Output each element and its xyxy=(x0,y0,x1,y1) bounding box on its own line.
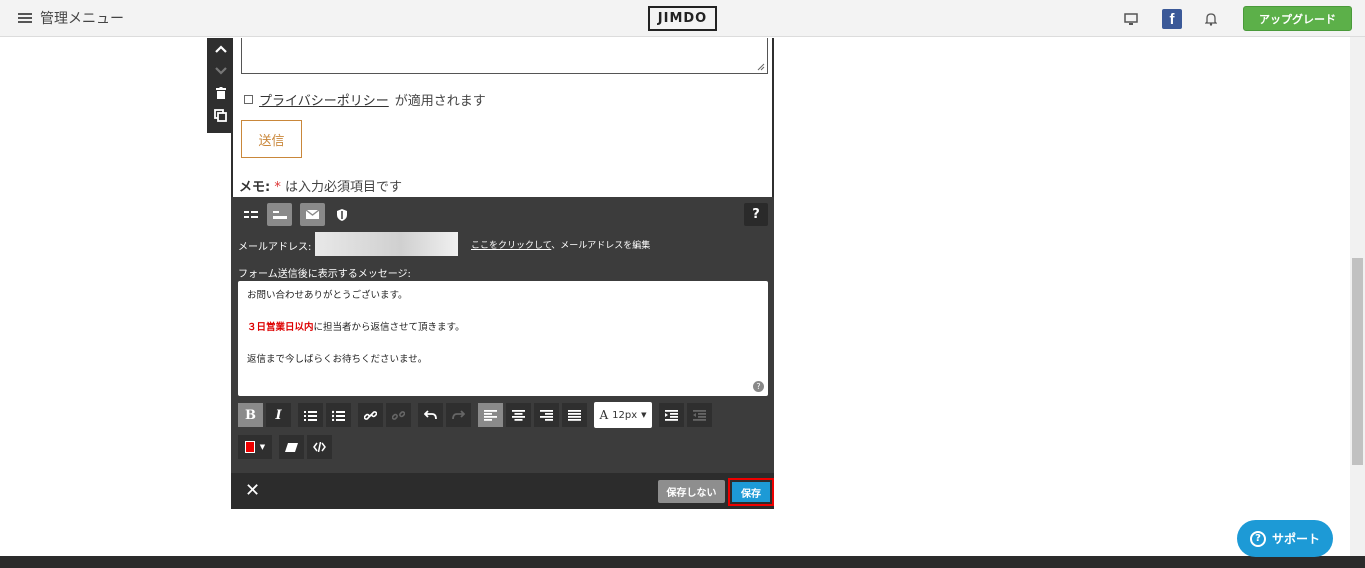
font-size-select[interactable]: A 12px ▼ xyxy=(594,402,652,428)
module-side-toolbar xyxy=(207,38,234,133)
ordered-list-icon[interactable] xyxy=(298,403,323,427)
message-line-3: 返信まで今しばらくお待ちくださいませ。 xyxy=(247,354,428,365)
top-bar: 管理メニュー JIMDO f アップグレード xyxy=(0,0,1365,37)
move-up-icon[interactable] xyxy=(207,38,234,60)
font-size-value: 12px xyxy=(612,409,638,421)
copy-icon[interactable] xyxy=(207,104,234,126)
envelope-icon[interactable] xyxy=(300,203,325,226)
page-scrollbar[interactable] xyxy=(1350,37,1365,556)
save-highlight: 保存 xyxy=(728,478,774,506)
bullet-list-icon[interactable] xyxy=(326,403,351,427)
message-textarea[interactable] xyxy=(241,38,768,74)
email-edit-text: ここをクリックして、メールアドレスを編集 xyxy=(471,238,650,251)
email-edit-link[interactable]: ここをクリックして xyxy=(471,241,551,251)
message-line-2-rest: に担当者から返信させて頂きます。 xyxy=(313,322,465,333)
italic-icon[interactable]: I xyxy=(266,403,291,427)
save-button[interactable]: 保存 xyxy=(732,482,770,502)
trash-icon[interactable] xyxy=(207,82,234,104)
admin-menu-button[interactable]: 管理メニュー xyxy=(18,8,124,28)
bell-icon[interactable] xyxy=(1201,9,1221,29)
link-icon[interactable] xyxy=(358,403,383,427)
form-settings-panel: ? メールアドレス: ここをクリックして、メールアドレスを編集 フォーム送信後に… xyxy=(231,197,774,473)
facebook-icon[interactable]: f xyxy=(1162,9,1182,29)
memo-prefix: メモ: xyxy=(239,180,271,195)
memo-suffix: は入力必須項目です xyxy=(284,180,402,195)
jimdo-logo[interactable]: JIMDO xyxy=(648,6,717,31)
support-label: サポート xyxy=(1271,532,1320,546)
required-star: * xyxy=(274,180,281,195)
hamburger-icon xyxy=(18,12,32,24)
align-center-icon[interactable] xyxy=(506,403,531,427)
message-label: フォーム送信後に表示するメッセージ: xyxy=(238,269,411,280)
text-color-button[interactable]: ▼ xyxy=(238,435,272,459)
align-justify-icon[interactable] xyxy=(562,403,587,427)
outdent-icon[interactable] xyxy=(687,403,712,427)
bold-icon[interactable]: B xyxy=(238,403,263,427)
code-icon[interactable] xyxy=(307,435,332,459)
desktop-preview-icon[interactable] xyxy=(1121,9,1141,29)
form-preview: プライバシーポリシー が適用されます 送信 メモ: * は入力必須項目です xyxy=(231,38,774,197)
panel-footer: ✕ 保存しない 保存 xyxy=(231,473,774,509)
upgrade-button[interactable]: アップグレード xyxy=(1243,6,1352,31)
support-button[interactable]: ? サポート xyxy=(1237,520,1333,557)
resize-handle-icon[interactable] xyxy=(757,63,765,71)
text-color-swatch xyxy=(244,441,255,453)
privacy-suffix: が適用されます xyxy=(394,94,486,109)
privacy-policy-link[interactable]: プライバシーポリシー xyxy=(259,90,389,109)
shield-icon[interactable] xyxy=(329,203,354,226)
formatting-toolbar-2: ▼ xyxy=(238,435,332,459)
help-button[interactable]: ? xyxy=(744,203,768,226)
send-button[interactable]: 送信 xyxy=(241,120,302,158)
question-icon[interactable]: ? xyxy=(753,381,764,392)
move-down-icon[interactable] xyxy=(207,60,234,82)
redo-icon[interactable] xyxy=(446,403,471,427)
indent-icon[interactable] xyxy=(659,403,684,427)
layout-rows-icon[interactable] xyxy=(267,203,292,226)
question-icon: ? xyxy=(1249,530,1266,547)
settings-tabs xyxy=(238,203,354,226)
align-left-icon[interactable] xyxy=(478,403,503,427)
layout-columns-icon[interactable] xyxy=(238,203,263,226)
message-editor[interactable]: お問い合わせありがとうございます。 ３日営業日以内に担当者から返信させて頂きます… xyxy=(238,281,768,396)
close-icon[interactable]: ✕ xyxy=(245,480,260,501)
email-edit-suffix: 、メールアドレスを編集 xyxy=(551,241,651,251)
email-label: メールアドレス: xyxy=(238,242,312,253)
eraser-icon[interactable] xyxy=(279,435,304,459)
footer-strip xyxy=(0,556,1365,568)
undo-icon[interactable] xyxy=(418,403,443,427)
scrollbar-thumb[interactable] xyxy=(1352,258,1363,465)
message-line-1: お問い合わせありがとうございます。 xyxy=(247,290,408,301)
chevron-down-icon: ▼ xyxy=(259,443,266,451)
align-right-icon[interactable] xyxy=(534,403,559,427)
message-highlight: ３日営業日以内 xyxy=(247,322,314,333)
dont-save-button[interactable]: 保存しない xyxy=(658,480,725,503)
unlink-icon[interactable] xyxy=(386,403,411,427)
email-field[interactable] xyxy=(315,232,458,256)
required-note: メモ: * は入力必須項目です xyxy=(239,176,402,195)
message-line-2: ３日営業日以内に担当者から返信させて頂きます。 xyxy=(247,320,759,336)
chevron-down-icon: ▼ xyxy=(641,411,647,419)
formatting-toolbar: B I A 12px ▼ xyxy=(238,402,712,428)
admin-menu-label: 管理メニュー xyxy=(40,11,124,27)
privacy-row: プライバシーポリシー が適用されます xyxy=(244,90,486,109)
font-size-icon: A xyxy=(599,408,609,422)
privacy-checkbox[interactable] xyxy=(244,95,253,104)
